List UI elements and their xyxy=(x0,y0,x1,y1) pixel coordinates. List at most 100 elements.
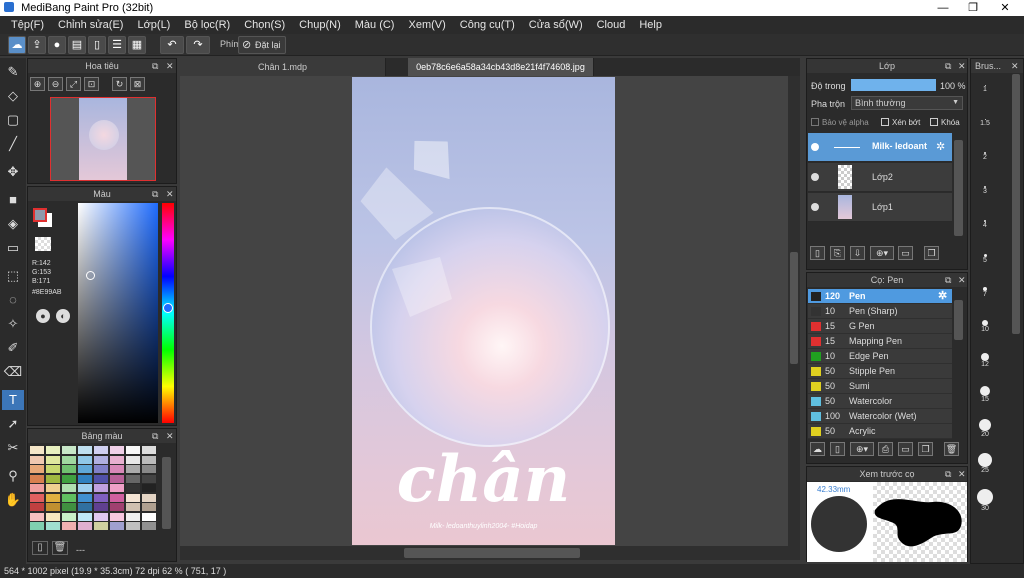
palette-swatch[interactable] xyxy=(110,446,124,454)
menu-color[interactable]: Màu (C) xyxy=(348,19,402,31)
gear-icon[interactable]: ✲ xyxy=(936,140,945,153)
palette-swatch[interactable] xyxy=(142,446,156,454)
reset-view-icon[interactable]: ⊠ xyxy=(130,77,145,91)
palette-swatch[interactable] xyxy=(142,474,156,483)
palette-swatch[interactable] xyxy=(142,522,156,530)
brush-settings-icon[interactable]: ⎙ xyxy=(878,442,893,456)
eyedropper-tool-icon[interactable]: ⚲ xyxy=(2,466,24,486)
opacity-slider[interactable] xyxy=(851,79,936,91)
color-wheel-icon[interactable]: ◐ xyxy=(56,309,70,323)
layer-row-lop1[interactable]: Lớp1 xyxy=(808,193,952,222)
brush-size-option[interactable]: 2 xyxy=(974,144,996,161)
brush-size-option[interactable]: 4 xyxy=(974,212,996,229)
brush-item[interactable]: 10 Edge Pen xyxy=(808,349,952,364)
duplicate-icon[interactable]: ❐ xyxy=(924,246,939,260)
palette-swatch[interactable] xyxy=(30,474,44,483)
brush-size-option[interactable]: 10 xyxy=(974,314,996,333)
brush-scrollbar[interactable] xyxy=(954,300,963,340)
tab-jpg[interactable]: 0eb78c6e6a58a34cb43d8e21f4f74608.jpg xyxy=(408,58,594,76)
palette-swatch[interactable] xyxy=(94,522,108,530)
brush-item[interactable]: 50 Watercolor xyxy=(808,394,952,409)
grid-icon[interactable]: ▦ xyxy=(128,36,146,54)
protect-alpha-checkbox[interactable]: Bảo vệ alpha xyxy=(811,118,869,127)
menu-file[interactable]: Tệp(F) xyxy=(4,19,51,31)
menu-layer[interactable]: Lớp(L) xyxy=(130,19,177,31)
tab-chan-mdp[interactable]: Chân 1.mdp xyxy=(180,58,386,76)
copy-layer-icon[interactable]: ⎘ xyxy=(830,246,845,260)
artwork-canvas[interactable]: chân Milk- ledoanthuylinh2004- #Hoidap xyxy=(352,77,615,545)
saturation-value-picker[interactable] xyxy=(78,203,158,423)
palette-swatch[interactable] xyxy=(110,465,124,473)
fit-icon[interactable]: ⤢ xyxy=(66,77,81,91)
palette-swatch[interactable] xyxy=(126,484,140,492)
palette-swatch[interactable] xyxy=(110,503,124,511)
merge-down-icon[interactable]: ⇩ xyxy=(850,246,865,260)
brush-item[interactable]: 120 Pen ✲ xyxy=(808,289,952,304)
palette-swatch[interactable] xyxy=(94,446,108,454)
document-icon[interactable]: ▯ xyxy=(88,36,106,54)
brush-size-option[interactable]: 1.5 xyxy=(974,110,996,127)
palette-scrollbar[interactable] xyxy=(162,457,171,529)
palette-swatch[interactable] xyxy=(62,493,76,502)
palette-swatch[interactable] xyxy=(126,493,140,502)
palette-swatch[interactable] xyxy=(46,522,60,530)
sv-cursor[interactable] xyxy=(86,271,95,280)
palette-swatch[interactable] xyxy=(126,512,140,521)
undock-icon[interactable]: ⧉ xyxy=(152,59,158,73)
brush-item[interactable]: 100 Watercolor (Wet) xyxy=(808,409,952,424)
palette-swatch[interactable] xyxy=(46,503,60,511)
palette-swatch[interactable] xyxy=(62,512,76,521)
text-tool-icon[interactable]: T xyxy=(2,390,24,410)
line-tool-icon[interactable]: ╱ xyxy=(2,134,24,154)
palette-swatch[interactable] xyxy=(78,446,92,454)
eye-icon[interactable] xyxy=(811,203,819,211)
gear-icon[interactable]: ✲ xyxy=(938,289,947,304)
menu-select[interactable]: Chọn(S) xyxy=(237,19,292,31)
palette-swatch[interactable] xyxy=(30,512,44,521)
brush-size-scrollbar[interactable] xyxy=(1012,74,1020,334)
delete-palette-icon[interactable]: 🗑 xyxy=(52,541,68,555)
new-brush-icon[interactable]: ▯ xyxy=(830,442,845,456)
vertical-scrollbar-thumb[interactable] xyxy=(790,252,798,364)
menu-cloud[interactable]: Cloud xyxy=(590,19,633,31)
menu-tools[interactable]: Công cụ(T) xyxy=(453,19,522,31)
palette-swatch[interactable] xyxy=(78,484,92,492)
palette-swatch[interactable] xyxy=(142,484,156,492)
palette-swatch[interactable] xyxy=(62,446,76,454)
palette-swatch[interactable] xyxy=(78,512,92,521)
minimize-button[interactable]: — xyxy=(928,0,958,16)
hue-handle[interactable] xyxy=(163,303,173,313)
panel-close-icon[interactable]: ✕ xyxy=(166,59,174,73)
menu-edit[interactable]: Chỉnh sửa(E) xyxy=(51,19,130,31)
share-icon[interactable]: ⇪ xyxy=(28,36,46,54)
palette-swatch[interactable] xyxy=(62,522,76,530)
layer-row-milk[interactable]: Milk- ledoant ✲ xyxy=(808,133,952,162)
brush-size-option[interactable]: 25 xyxy=(974,450,996,474)
palette-swatch[interactable] xyxy=(126,465,140,473)
panel-close-icon[interactable]: ✕ xyxy=(958,467,966,481)
brush-item[interactable]: 50 Stipple Pen xyxy=(808,364,952,379)
palette-swatch[interactable] xyxy=(78,493,92,502)
palette-swatch[interactable] xyxy=(78,455,92,464)
divide-tool-icon[interactable]: ✂ xyxy=(2,438,24,458)
eye-icon[interactable] xyxy=(811,143,819,151)
palette-swatch[interactable] xyxy=(62,455,76,464)
undock-icon[interactable]: ⧉ xyxy=(945,273,951,287)
palette-swatch[interactable] xyxy=(94,465,108,473)
palette-swatch[interactable] xyxy=(30,493,44,502)
palette-swatch[interactable] xyxy=(62,484,76,492)
palette-swatch[interactable] xyxy=(46,455,60,464)
panel-close-icon[interactable]: ✕ xyxy=(166,187,174,201)
palette-swatch[interactable] xyxy=(46,465,60,473)
redo-icon[interactable]: ↷ xyxy=(186,36,210,54)
palette-swatch[interactable] xyxy=(78,522,92,530)
hue-slider[interactable] xyxy=(162,203,174,423)
palette-swatch[interactable] xyxy=(78,465,92,473)
palette-swatch[interactable] xyxy=(142,512,156,521)
brush-item[interactable]: 15 Mapping Pen xyxy=(808,334,952,349)
layer-row-lop2[interactable]: Lớp2 xyxy=(808,163,952,192)
palette-swatch[interactable] xyxy=(46,512,60,521)
palette-swatch[interactable] xyxy=(94,503,108,511)
bucket-tool-icon[interactable]: ◈ xyxy=(2,214,24,234)
palette-swatch[interactable] xyxy=(30,503,44,511)
